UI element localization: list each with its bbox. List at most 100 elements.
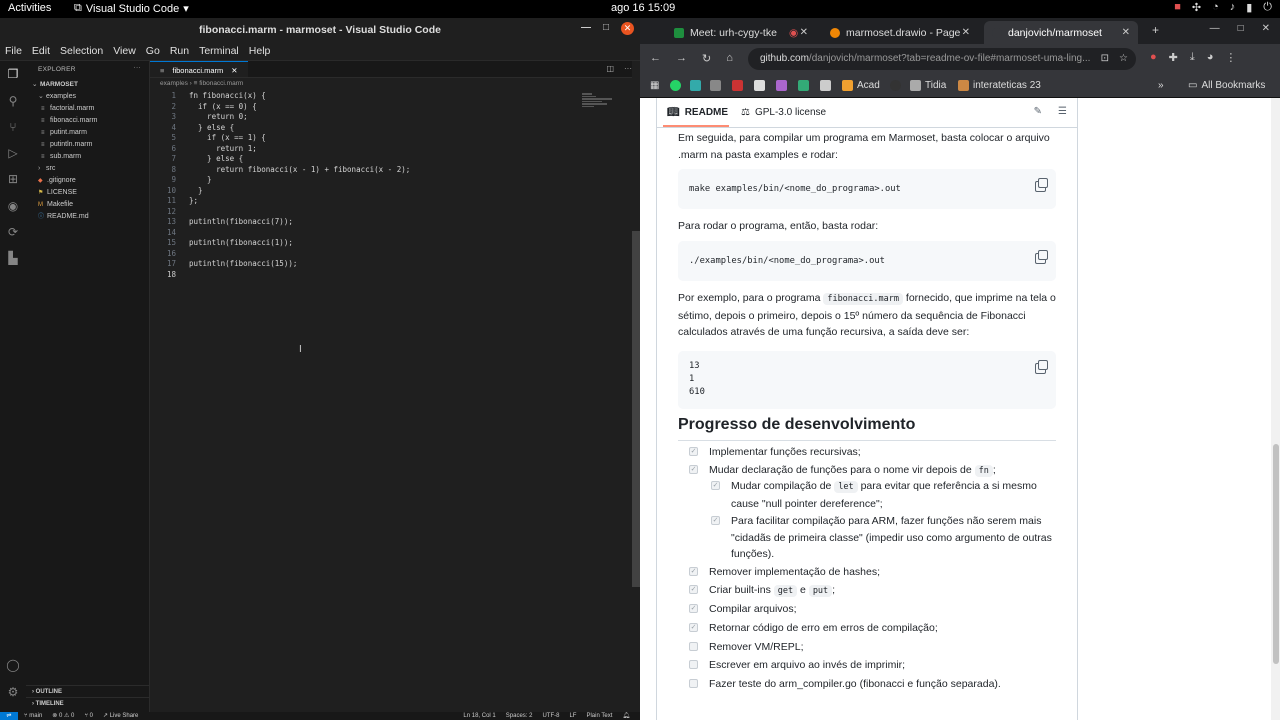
code-line[interactable]: 4 } else {: [150, 123, 640, 134]
tab-meet[interactable]: Meet: urh-cygy-tke ◉ ✕: [666, 21, 816, 44]
menu-edit[interactable]: Edit: [32, 45, 50, 57]
status-eol[interactable]: LF: [569, 712, 576, 720]
close-tab-icon[interactable]: ✕: [962, 27, 970, 38]
code-line[interactable]: 9 }: [150, 175, 640, 186]
breadcrumb[interactable]: examples › ≡ fibonacci.marm: [150, 78, 640, 90]
activities-button[interactable]: Activities: [8, 2, 51, 14]
bookmark-acad[interactable]: Acad: [842, 80, 880, 91]
clock[interactable]: ago 16 15:09: [611, 2, 675, 14]
back-icon[interactable]: ←: [650, 52, 661, 65]
menu-file[interactable]: File: [5, 45, 22, 57]
bookmark-apps-icon[interactable]: ▦: [650, 80, 659, 91]
menu-selection[interactable]: Selection: [60, 45, 103, 57]
tree-item-sub[interactable]: ≡ sub.marm: [26, 151, 149, 163]
minimize-icon[interactable]: —: [581, 22, 591, 35]
maximize-icon[interactable]: □: [1238, 23, 1244, 34]
status-position[interactable]: Ln 18, Col 1: [463, 712, 495, 720]
code-line[interactable]: 10 }: [150, 186, 640, 197]
bookmark-icon-7[interactable]: [798, 80, 809, 91]
tree-item-putintln[interactable]: ≡ putintln.marm: [26, 139, 149, 151]
unchecked-checkbox-icon[interactable]: [689, 679, 698, 688]
tree-item-readme[interactable]: ⓘ README.md: [26, 211, 149, 223]
code-line[interactable]: 13 putintln(fibonacci(7));: [150, 217, 640, 228]
checked-checkbox-icon[interactable]: ✓: [689, 465, 698, 474]
run-debug-icon[interactable]: ▷: [6, 146, 20, 160]
notifications-bell-icon[interactable]: 🔔︎: [622, 712, 630, 720]
code-line[interactable]: 11};: [150, 196, 640, 207]
code-line[interactable]: 6 return 1;: [150, 144, 640, 155]
status-live-share[interactable]: ↗ Live Share: [103, 712, 138, 720]
close-tab-icon[interactable]: ✕: [800, 27, 808, 38]
code-line[interactable]: 18: [150, 270, 640, 281]
address-bar[interactable]: github.com/danjovich/marmoset?tab=readme…: [748, 48, 1136, 70]
breadcrumb-folder[interactable]: examples: [160, 80, 188, 87]
tree-item-src[interactable]: › src: [26, 163, 149, 175]
menu-help[interactable]: Help: [249, 45, 271, 57]
checked-checkbox-icon[interactable]: ✓: [689, 447, 698, 456]
github-icon[interactable]: ◉: [6, 199, 20, 213]
menu-kebab-icon[interactable]: ⋮: [1225, 51, 1236, 64]
remote-explorer-icon[interactable]: ⟳: [6, 225, 20, 239]
bookmark-icon-6[interactable]: [776, 80, 787, 91]
volume-icon[interactable]: ♪: [1230, 1, 1236, 14]
unchecked-checkbox-icon[interactable]: [689, 642, 698, 651]
minimap[interactable]: [582, 93, 618, 113]
copy-icon[interactable]: [1035, 250, 1048, 264]
code-line[interactable]: 3 return 0;: [150, 112, 640, 123]
close-tab-icon[interactable]: ✕: [231, 66, 237, 75]
close-icon[interactable]: ✕: [621, 22, 634, 35]
home-icon[interactable]: ⌂: [726, 52, 733, 65]
code-line[interactable]: 5 if (x == 1) {: [150, 133, 640, 144]
wifi-icon[interactable]: ◔: [1212, 1, 1219, 14]
more-actions-icon[interactable]: ···: [624, 64, 632, 73]
breadcrumb-file[interactable]: fibonacci.marm: [199, 80, 243, 87]
system-tray[interactable]: ■ ✣ ◔ ♪ ▮ ⏻: [1174, 1, 1272, 14]
code-line[interactable]: 17 putintln(fibonacci(15));: [150, 259, 640, 270]
status-language[interactable]: Plain Text: [586, 712, 612, 720]
tab-github[interactable]: danjovich/marmoset ✕: [984, 21, 1138, 44]
readme-tab[interactable]: 📖︎ README: [667, 107, 728, 118]
scrollbar-thumb[interactable]: [1273, 444, 1279, 664]
tree-item-license[interactable]: ⚑ LICENSE: [26, 187, 149, 199]
all-bookmarks[interactable]: ▭ All Bookmarks: [1188, 80, 1265, 91]
bookmark-star-icon[interactable]: ☆: [1119, 48, 1128, 70]
checked-checkbox-icon[interactable]: ✓: [689, 567, 698, 576]
tree-item-putint[interactable]: ≡ putint.marm: [26, 127, 149, 139]
unchecked-checkbox-icon[interactable]: [689, 660, 698, 669]
tab-fibonacci[interactable]: ≡ fibonacci.marm ✕: [150, 61, 248, 77]
tree-item-factorial[interactable]: ≡ factorial.marm: [26, 103, 149, 115]
menu-terminal[interactable]: Terminal: [199, 45, 239, 57]
bookmark-icon-3[interactable]: [710, 80, 721, 91]
bookmarks-overflow-icon[interactable]: »: [1158, 80, 1164, 91]
remote-indicator-icon[interactable]: ⇌: [0, 712, 18, 720]
account-icon[interactable]: ◯: [6, 658, 20, 672]
tree-item-makefile[interactable]: M Makefile: [26, 199, 149, 211]
checked-checkbox-icon[interactable]: ✓: [711, 516, 720, 525]
code-editor[interactable]: 1 fn fibonacci(x) {2 if (x == 0) {3 retur…: [150, 91, 640, 280]
copy-icon[interactable]: [1035, 360, 1048, 374]
code-line[interactable]: 12: [150, 207, 640, 218]
bookmark-interateticas[interactable]: interateticas 23: [958, 80, 1041, 91]
bookmark-icon-8[interactable]: [820, 80, 831, 91]
timeline-section[interactable]: › TIMELINE: [26, 697, 150, 709]
tree-item-fibonacci[interactable]: ≡ fibonacci.marm: [26, 115, 149, 127]
menu-view[interactable]: View: [113, 45, 136, 57]
code-line[interactable]: 7 } else {: [150, 154, 640, 165]
scrollbar-thumb[interactable]: [632, 231, 640, 587]
copy-icon[interactable]: [1035, 178, 1048, 192]
outline-list-icon[interactable]: ☰: [1058, 106, 1067, 117]
docker-icon[interactable]: ▙: [6, 251, 20, 265]
code-line[interactable]: 16: [150, 249, 640, 260]
tree-root-folder[interactable]: ⌄ MARMOSET: [26, 79, 149, 91]
bookmark-icon-5[interactable]: [754, 80, 765, 91]
code-line[interactable]: 15 putintln(fibonacci(1));: [150, 238, 640, 249]
maximize-icon[interactable]: □: [603, 22, 609, 35]
extensions-icon[interactable]: ⊞: [6, 172, 20, 186]
checked-checkbox-icon[interactable]: ✓: [689, 604, 698, 613]
reload-icon[interactable]: ↻: [702, 52, 711, 65]
menu-go[interactable]: Go: [146, 45, 160, 57]
editor-scrollbar[interactable]: [632, 61, 640, 712]
app-menu[interactable]: ⧉ Visual Studio Code ▾: [74, 2, 189, 15]
forward-icon[interactable]: →: [676, 52, 687, 65]
license-tab[interactable]: ⚖ GPL-3.0 license: [741, 107, 826, 118]
